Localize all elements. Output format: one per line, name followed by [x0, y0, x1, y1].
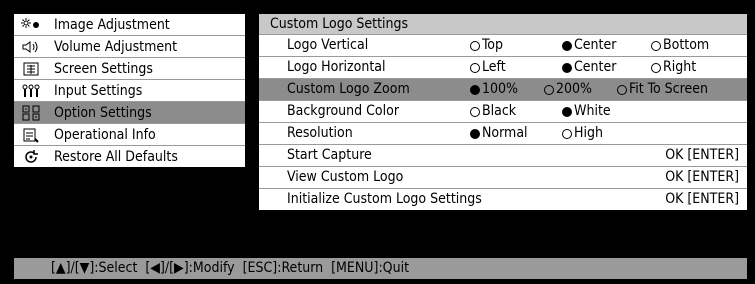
panel-title: Custom Logo Settings [259, 14, 747, 35]
menu-item-option-settings[interactable]: Option Settings [14, 102, 245, 124]
option-top[interactable]: Top [470, 35, 503, 56]
row-label: View Custom Logo [287, 169, 404, 185]
row-custom-logo-zoom[interactable]: Custom Logo Zoom 100% 200% Fit To Screen [259, 79, 747, 101]
radio-icon [617, 84, 627, 95]
row-start-capture[interactable]: Start Capture OK [ENTER] [259, 145, 747, 167]
speaker-icon [20, 37, 42, 57]
restore-icon [20, 147, 42, 167]
option-black[interactable]: Black [470, 101, 516, 122]
menu-item-input-settings[interactable]: Input Settings [14, 80, 245, 102]
option-normal[interactable]: Normal [470, 123, 528, 144]
row-logo-horizontal[interactable]: Logo Horizontal Left Center Right [259, 57, 747, 79]
menu-item-label: Option Settings [54, 104, 152, 121]
row-background-color[interactable]: Background Color Black White [259, 101, 747, 123]
radio-icon [651, 40, 661, 51]
radio-selected-icon [470, 84, 480, 95]
menu-item-volume-adjustment[interactable]: Volume Adjustment [14, 36, 245, 58]
row-resolution[interactable]: Resolution Normal High [259, 123, 747, 145]
row-initialize-custom-logo-settings[interactable]: Initialize Custom Logo Settings OK [ENTE… [259, 189, 747, 210]
option-100-percent[interactable]: 100% [470, 79, 518, 100]
main-menu: Image Adjustment Volume Adjustment Scree… [14, 14, 245, 167]
row-label: Logo Vertical [287, 37, 369, 53]
menu-item-restore-all-defaults[interactable]: Restore All Defaults [14, 146, 245, 167]
image-adjust-icon [20, 15, 42, 35]
option-left[interactable]: Left [470, 57, 506, 78]
menu-item-operational-info[interactable]: Operational Info [14, 124, 245, 146]
menu-item-label: Image Adjustment [54, 16, 170, 33]
options-icon [20, 103, 42, 123]
row-label: Start Capture [287, 147, 372, 163]
radio-selected-icon [562, 40, 572, 51]
radio-icon [651, 62, 661, 73]
row-label: Resolution [287, 125, 353, 141]
radio-icon [470, 106, 480, 117]
radio-icon [544, 84, 554, 95]
menu-item-label: Restore All Defaults [54, 148, 178, 165]
row-label: Initialize Custom Logo Settings [287, 191, 482, 207]
menu-item-label: Screen Settings [54, 60, 153, 77]
ok-enter-button[interactable]: OK [ENTER] [665, 189, 739, 210]
ok-enter-button[interactable]: OK [ENTER] [665, 145, 739, 166]
row-view-custom-logo[interactable]: View Custom Logo OK [ENTER] [259, 167, 747, 189]
key-help-text: [▲]/[▼]:Select [◀]/[▶]:Modify [ESC]:Retu… [51, 260, 410, 276]
option-fit-to-screen[interactable]: Fit To Screen [617, 79, 708, 100]
radio-selected-icon [562, 106, 572, 117]
option-200-percent[interactable]: 200% [544, 79, 592, 100]
radio-selected-icon [470, 128, 480, 139]
ok-enter-button[interactable]: OK [ENTER] [665, 167, 739, 188]
row-label: Logo Horizontal [287, 59, 386, 75]
custom-logo-settings-panel: Custom Logo Settings Logo Vertical Top C… [259, 14, 747, 210]
menu-item-screen-settings[interactable]: Screen Settings [14, 58, 245, 80]
option-high[interactable]: High [562, 123, 603, 144]
radio-icon [562, 128, 572, 139]
radio-selected-icon [562, 62, 572, 73]
info-icon [20, 125, 42, 145]
menu-item-label: Input Settings [54, 82, 143, 99]
row-label: Background Color [287, 103, 399, 119]
option-bottom[interactable]: Bottom [651, 35, 709, 56]
radio-icon [470, 62, 480, 73]
input-plug-icon [20, 81, 42, 101]
menu-item-label: Operational Info [54, 126, 156, 143]
menu-item-label: Volume Adjustment [54, 38, 178, 55]
option-white[interactable]: White [562, 101, 611, 122]
status-bar: [▲]/[▼]:Select [◀]/[▶]:Modify [ESC]:Retu… [14, 258, 747, 279]
radio-icon [470, 40, 480, 51]
option-center[interactable]: Center [562, 57, 616, 78]
menu-item-image-adjustment[interactable]: Image Adjustment [14, 14, 245, 36]
option-right[interactable]: Right [651, 57, 696, 78]
option-center[interactable]: Center [562, 35, 616, 56]
row-label: Custom Logo Zoom [287, 81, 410, 97]
row-logo-vertical[interactable]: Logo Vertical Top Center Bottom [259, 35, 747, 57]
screen-icon [20, 59, 42, 79]
